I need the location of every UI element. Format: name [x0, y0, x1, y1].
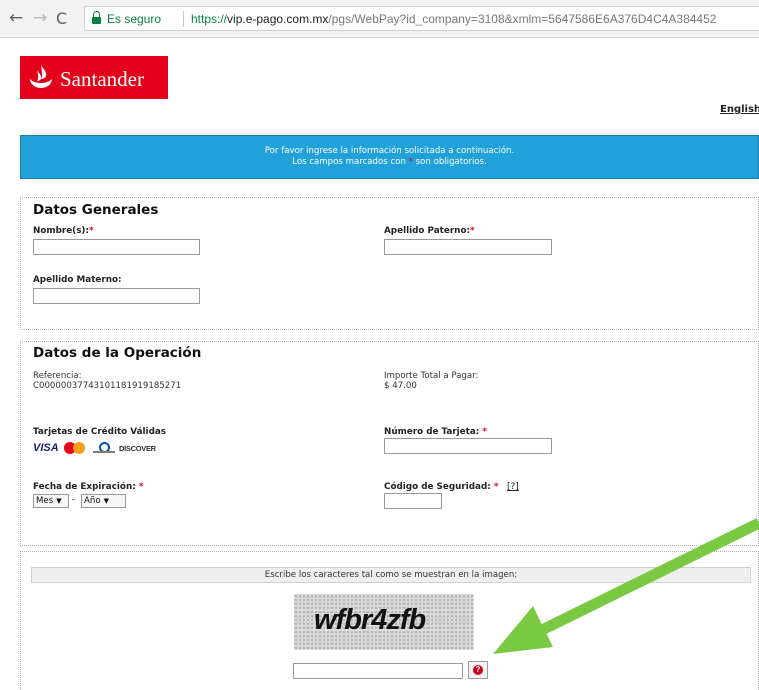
address-divider: [183, 11, 184, 27]
security-code-help-link[interactable]: [?]: [507, 482, 519, 492]
captcha-section: Escribe los caracteres tal como se muest…: [20, 551, 759, 690]
general-data-section: Datos Generales Nombre(s):* Apellido Pat…: [20, 197, 759, 330]
browser-toolbar: ← → C Es seguro https://vip.e-pago.com.m…: [0, 0, 759, 38]
security-code-label: Código de Seguridad: *: [384, 482, 499, 492]
captcha-instruction: Escribe los caracteres tal como se muest…: [31, 567, 751, 583]
banner-line-1: Por favor ingrese la información solicit…: [264, 146, 515, 156]
paternal-surname-input[interactable]: [384, 239, 552, 255]
first-name-label: Nombre(s):*: [33, 226, 94, 236]
security-code-input[interactable]: [384, 493, 442, 509]
lock-icon: [92, 11, 101, 24]
back-arrow-icon[interactable]: ←: [9, 10, 23, 27]
santander-logo: Santander: [20, 56, 168, 99]
english-link[interactable]: English: [720, 104, 759, 115]
address-bar[interactable]: Es seguro https://vip.e-pago.com.mx/pgs/…: [84, 6, 759, 31]
visa-logo: VISA: [33, 442, 59, 454]
discover-logo: DISCOVER: [119, 444, 156, 453]
captcha-input[interactable]: [293, 663, 463, 679]
reload-icon[interactable]: C: [56, 10, 67, 27]
reference-label: Referencia:: [33, 371, 82, 381]
captcha-image: wfbr4zfb: [294, 594, 474, 650]
section-title: Datos Generales: [33, 202, 159, 218]
brand-name: Santander: [60, 67, 144, 91]
paternal-surname-label: Apellido Paterno:*: [384, 226, 475, 236]
question-icon: ?: [473, 665, 483, 675]
captcha-help-button[interactable]: ?: [468, 661, 488, 679]
diners-club-logo: [93, 442, 115, 454]
expiry-month-select[interactable]: Mes ▼: [33, 494, 69, 508]
section-title: Datos de la Operación: [33, 345, 202, 361]
banner-line-2: Los campos marcados con * son obligatori…: [292, 157, 487, 167]
total-value: $ 47.00: [384, 381, 417, 391]
forward-arrow-icon[interactable]: →: [33, 10, 47, 27]
chevron-down-icon: ▼: [103, 497, 109, 505]
operation-data-section: Datos de la Operación Referencia: C00000…: [20, 341, 759, 546]
date-separator: -: [72, 495, 76, 505]
secure-label: Es seguro: [107, 12, 162, 26]
info-banner: Por favor ingrese la información solicit…: [20, 135, 759, 179]
chevron-down-icon: ▼: [56, 497, 62, 505]
captcha-text: wfbr4zfb: [314, 604, 426, 636]
url-text[interactable]: https://vip.e-pago.com.mx/pgs/WebPay?id_…: [191, 12, 716, 26]
maternal-surname-input[interactable]: [33, 288, 200, 304]
card-number-input[interactable]: [384, 438, 552, 454]
maternal-surname-label: Apellido Materno:: [33, 275, 122, 285]
first-name-input[interactable]: [33, 239, 200, 255]
total-label: Importe Total a Pagar:: [384, 371, 479, 381]
mastercard-logo: [64, 442, 86, 454]
reference-value: C0000003774310118191918527​1: [33, 381, 182, 391]
expiry-label: Fecha de Expiración: *: [33, 482, 144, 492]
flame-icon: [30, 65, 52, 88]
valid-cards-label: Tarjetas de Crédito Válidas: [33, 427, 167, 437]
card-number-label: Número de Tarjeta: *: [384, 427, 487, 437]
expiry-year-select[interactable]: Año ▼: [81, 494, 126, 508]
